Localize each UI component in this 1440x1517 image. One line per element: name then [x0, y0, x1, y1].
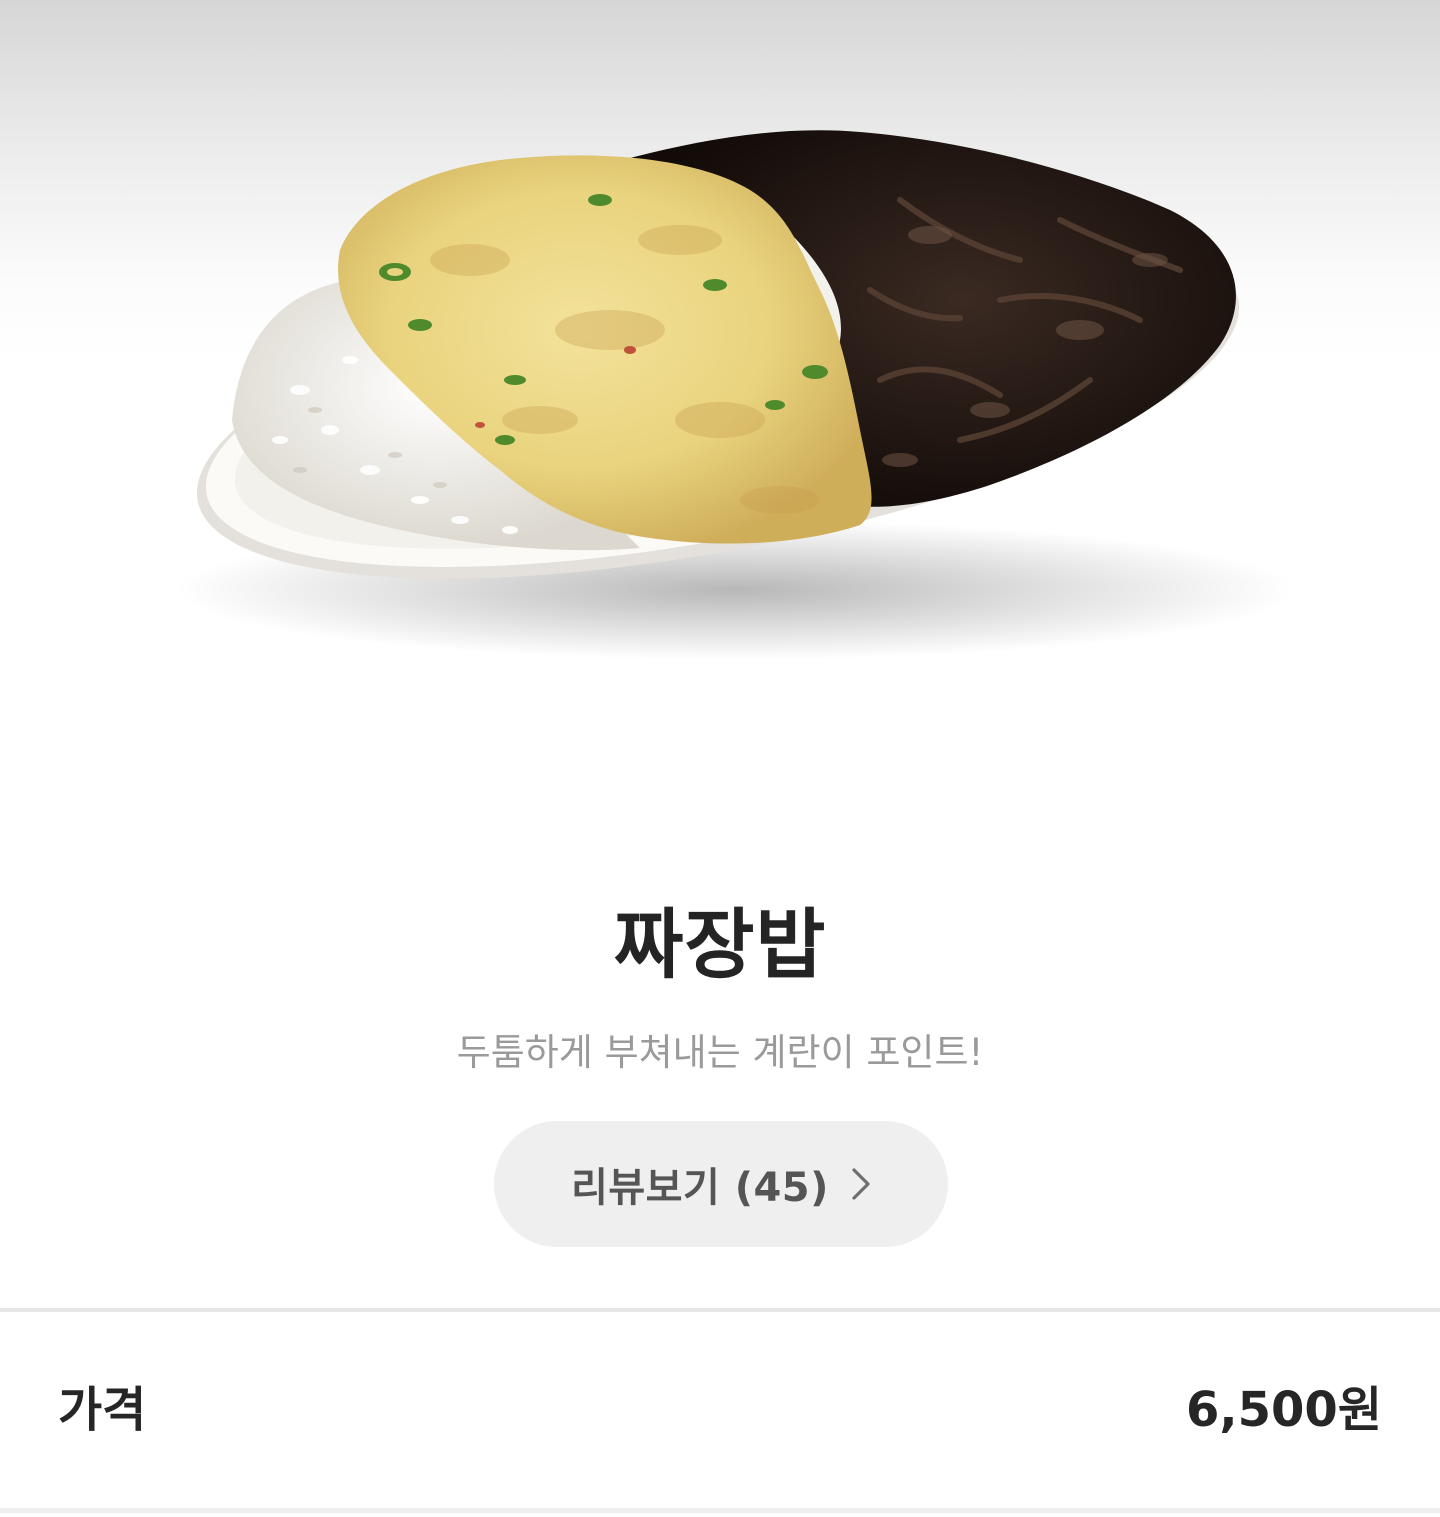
section-divider — [0, 1308, 1440, 1312]
price-label: 가격 — [58, 1382, 147, 1438]
menu-item-title: 짜장밥 — [613, 900, 827, 989]
view-reviews-button[interactable]: 리뷰보기 (45) — [494, 1121, 948, 1247]
menu-item-description: 두툼하게 부쳐내는 계란이 포인트! — [456, 1031, 984, 1074]
menu-item-detail-page: 짜장밥 두툼하게 부쳐내는 계란이 포인트! 리뷰보기 (45) 가격 6,50… — [0, 0, 1440, 1517]
dish-photo — [0, 0, 1440, 700]
view-reviews-label: 리뷰보기 (45) — [571, 1165, 829, 1211]
section-divider-bottom — [0, 1508, 1440, 1513]
chevron-right-icon — [851, 1167, 871, 1201]
price-value: 6,500원 — [1186, 1382, 1382, 1438]
